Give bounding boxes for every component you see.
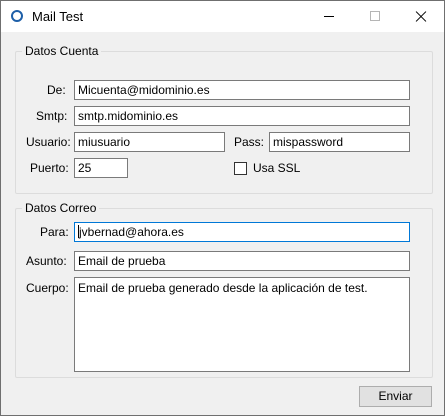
mail-test-window: Mail Test Datos Cuenta De: Micuenta@mido… [0, 0, 445, 416]
send-button[interactable]: Enviar [359, 386, 432, 407]
subject-field[interactable]: Email de prueba [74, 251, 410, 271]
body-label: Cuerpo: [26, 281, 69, 295]
mail-group-legend: Datos Correo [22, 201, 100, 215]
title-bar[interactable]: Mail Test [1, 1, 444, 32]
to-label: Para: [40, 225, 69, 239]
minimize-icon[interactable] [306, 1, 352, 32]
password-label: Pass: [234, 135, 265, 149]
account-group-legend: Datos Cuenta [22, 44, 102, 58]
user-field[interactable]: miusuario [74, 132, 225, 152]
port-field[interactable]: 25 [74, 158, 128, 178]
smtp-label: Smtp: [36, 109, 68, 123]
close-icon[interactable] [398, 1, 444, 32]
to-field-value: jvbernad@ahora.es [79, 225, 184, 239]
app-icon [11, 10, 23, 22]
to-field[interactable]: jvbernad@ahora.es [74, 222, 410, 242]
port-label: Puerto: [30, 161, 69, 175]
from-label: De: [47, 83, 66, 97]
smtp-field[interactable]: smtp.midominio.es [74, 106, 410, 126]
ssl-checkbox[interactable] [234, 162, 247, 175]
from-field[interactable]: Micuenta@midominio.es [74, 80, 410, 100]
user-label: Usuario: [26, 135, 71, 149]
maximize-icon [352, 1, 398, 32]
subject-label: Asunto: [26, 254, 67, 268]
window-title: Mail Test [32, 9, 84, 24]
ssl-label[interactable]: Usa SSL [253, 161, 300, 175]
password-field[interactable]: mispassword [269, 132, 410, 152]
body-textarea[interactable]: Email de prueba generado desde la aplica… [74, 277, 410, 372]
